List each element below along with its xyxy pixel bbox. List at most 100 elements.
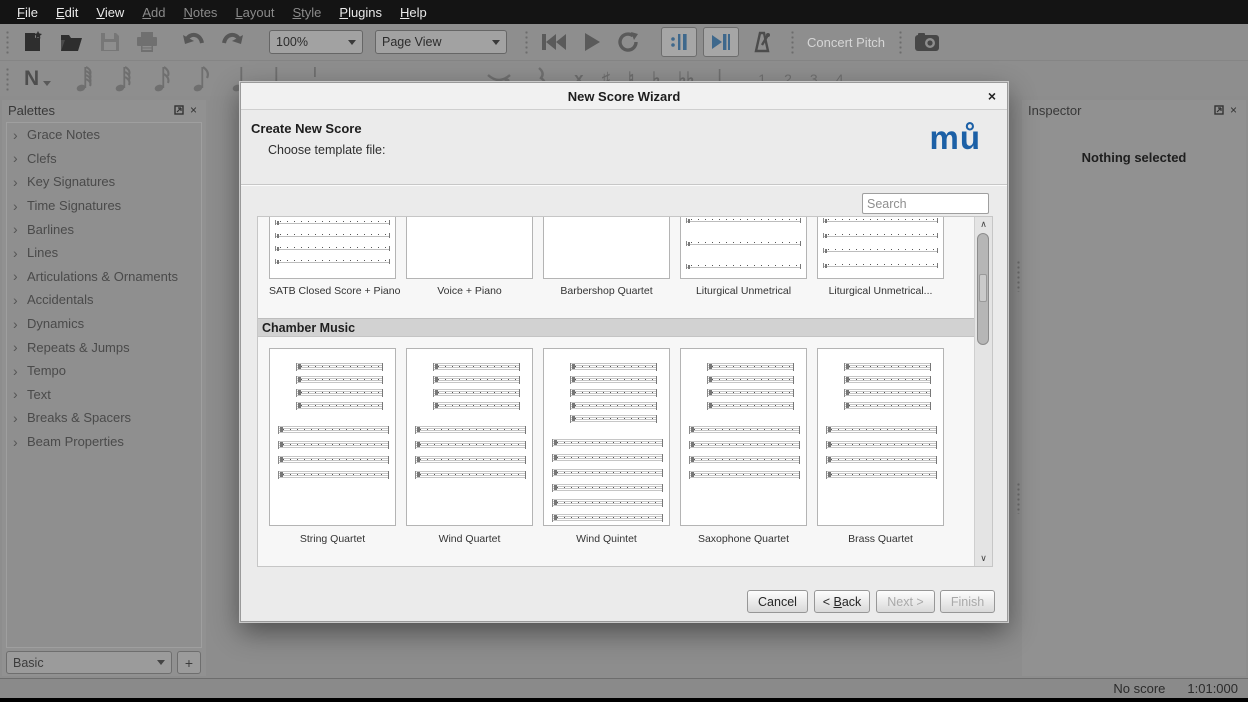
- next-button[interactable]: Next >: [876, 590, 935, 613]
- toolbar-drag-handle[interactable]: [523, 29, 529, 55]
- note-16th-button[interactable]: [151, 63, 175, 95]
- template-card-string-quartet[interactable]: [269, 348, 396, 526]
- cancel-button[interactable]: Cancel: [747, 590, 808, 613]
- new-score-icon: [21, 30, 45, 54]
- float-panel-button[interactable]: [171, 105, 187, 115]
- palette-text[interactable]: ›Text: [7, 383, 201, 407]
- toolbar-drag-handle[interactable]: [789, 29, 795, 55]
- menu-edit[interactable]: Edit: [47, 5, 87, 20]
- dialog-title: New Score Wizard: [271, 89, 977, 104]
- palette-lines[interactable]: ›Lines: [7, 241, 201, 265]
- chevron-down-icon: [157, 660, 165, 665]
- palette-dynamics[interactable]: ›Dynamics: [7, 312, 201, 336]
- scroll-down-icon[interactable]: ∨: [975, 553, 992, 564]
- dialog-close-button[interactable]: ×: [977, 87, 1007, 105]
- undo-button[interactable]: [178, 29, 208, 55]
- inspector-header: Inspector ×: [1022, 100, 1246, 120]
- zoom-combobox[interactable]: 100%: [269, 30, 363, 54]
- metronome-button[interactable]: [750, 29, 774, 55]
- open-file-button[interactable]: [57, 29, 87, 55]
- palette-beam-properties[interactable]: ›Beam Properties: [7, 430, 201, 454]
- template-card-brass-quartet[interactable]: [817, 348, 944, 526]
- menu-view[interactable]: View: [87, 5, 133, 20]
- palette-label: Barlines: [27, 222, 74, 237]
- note-input-button[interactable]: N: [24, 67, 39, 91]
- file-toolbar: 100% Page View: [0, 24, 1248, 61]
- splitter-handle[interactable]: [1016, 482, 1021, 514]
- save-button[interactable]: [97, 29, 123, 55]
- note-eighth-button[interactable]: [190, 63, 214, 95]
- template-card-satb[interactable]: [269, 216, 396, 279]
- scrollbar-thumb[interactable]: [977, 233, 989, 345]
- new-score-button[interactable]: [19, 28, 47, 56]
- view-mode-combobox[interactable]: Page View: [375, 30, 507, 54]
- menu-notes[interactable]: Notes: [174, 5, 226, 20]
- template-list-scrollbar[interactable]: ∧ ∨: [974, 217, 992, 566]
- pan-playback-toggle[interactable]: [703, 27, 739, 57]
- palette-key-signatures[interactable]: ›Key Signatures: [7, 170, 201, 194]
- template-card-wind-quartet[interactable]: [406, 348, 533, 526]
- close-panel-button[interactable]: ×: [187, 103, 200, 117]
- chevron-right-icon: ›: [13, 434, 27, 450]
- close-panel-button[interactable]: ×: [1227, 103, 1240, 117]
- template-name: Brass Quartet: [817, 533, 944, 545]
- menu-layout[interactable]: Layout: [226, 5, 283, 20]
- float-icon: [1214, 105, 1224, 115]
- play-repeats-toggle[interactable]: [661, 27, 697, 57]
- zoom-value: 100%: [276, 35, 338, 49]
- toolbar-drag-handle[interactable]: [897, 29, 903, 55]
- splitter-handle[interactable]: [1016, 260, 1021, 292]
- menu-file[interactable]: File: [8, 5, 47, 20]
- template-card-barbershop[interactable]: [543, 216, 670, 279]
- dialog-titlebar[interactable]: New Score Wizard ×: [241, 83, 1007, 110]
- toolbar-drag-handle[interactable]: [4, 29, 10, 55]
- menu-style[interactable]: Style: [283, 5, 330, 20]
- menu-help[interactable]: Help: [391, 5, 436, 20]
- palette-tempo[interactable]: ›Tempo: [7, 359, 201, 383]
- toolbar-drag-handle[interactable]: [4, 66, 10, 92]
- template-card-voice-piano[interactable]: [406, 216, 533, 279]
- template-card-saxophone-quartet[interactable]: [680, 348, 807, 526]
- note-64th-icon: [75, 65, 95, 93]
- loop-playback-button[interactable]: [614, 29, 642, 55]
- palette-grace-notes[interactable]: ›Grace Notes: [7, 123, 201, 147]
- image-capture-button[interactable]: [912, 30, 942, 54]
- add-workspace-button[interactable]: +: [177, 651, 201, 674]
- template-card-liturgical2[interactable]: [817, 216, 944, 279]
- workspace-combobox[interactable]: Basic: [6, 651, 172, 674]
- menu-plugins[interactable]: Plugins: [330, 5, 391, 20]
- scroll-up-icon[interactable]: ∧: [975, 219, 992, 230]
- palettes-title: Palettes: [8, 103, 171, 118]
- note-64th-button[interactable]: [73, 63, 97, 95]
- chevron-down-icon: [348, 40, 356, 45]
- note-32nd-button[interactable]: [112, 63, 136, 95]
- palette-articulations[interactable]: ›Articulations & Ornaments: [7, 265, 201, 289]
- template-name: Liturgical Unmetrical: [680, 285, 807, 297]
- playback-position: 1:01:000: [1187, 681, 1238, 696]
- template-card-wind-quintet[interactable]: [543, 348, 670, 526]
- play-button[interactable]: [580, 30, 604, 54]
- template-search-input[interactable]: [862, 193, 989, 214]
- chevron-right-icon: ›: [13, 127, 27, 143]
- chevron-down-icon[interactable]: [43, 81, 51, 86]
- template-card-liturgical[interactable]: [680, 216, 807, 279]
- rewind-button[interactable]: [538, 30, 570, 54]
- palettes-header: Palettes ×: [2, 100, 206, 120]
- palette-barlines[interactable]: ›Barlines: [7, 217, 201, 241]
- musescore-logo: mů: [930, 119, 982, 157]
- palette-clefs[interactable]: ›Clefs: [7, 147, 201, 171]
- palette-accidentals[interactable]: ›Accidentals: [7, 288, 201, 312]
- print-button[interactable]: [133, 29, 161, 55]
- float-panel-button[interactable]: [1211, 105, 1227, 115]
- palette-label: Tempo: [27, 363, 66, 378]
- palette-repeats-jumps[interactable]: ›Repeats & Jumps: [7, 335, 201, 359]
- separator: [241, 184, 1007, 186]
- palette-breaks-spacers[interactable]: ›Breaks & Spacers: [7, 406, 201, 430]
- status-bar: No score 1:01:000: [0, 678, 1248, 698]
- finish-button[interactable]: Finish: [940, 590, 995, 613]
- concert-pitch-toggle[interactable]: Concert Pitch: [807, 35, 885, 50]
- palette-time-signatures[interactable]: ›Time Signatures: [7, 194, 201, 218]
- back-button[interactable]: < Back: [814, 590, 870, 613]
- menu-add[interactable]: Add: [133, 5, 174, 20]
- redo-button[interactable]: [218, 29, 248, 55]
